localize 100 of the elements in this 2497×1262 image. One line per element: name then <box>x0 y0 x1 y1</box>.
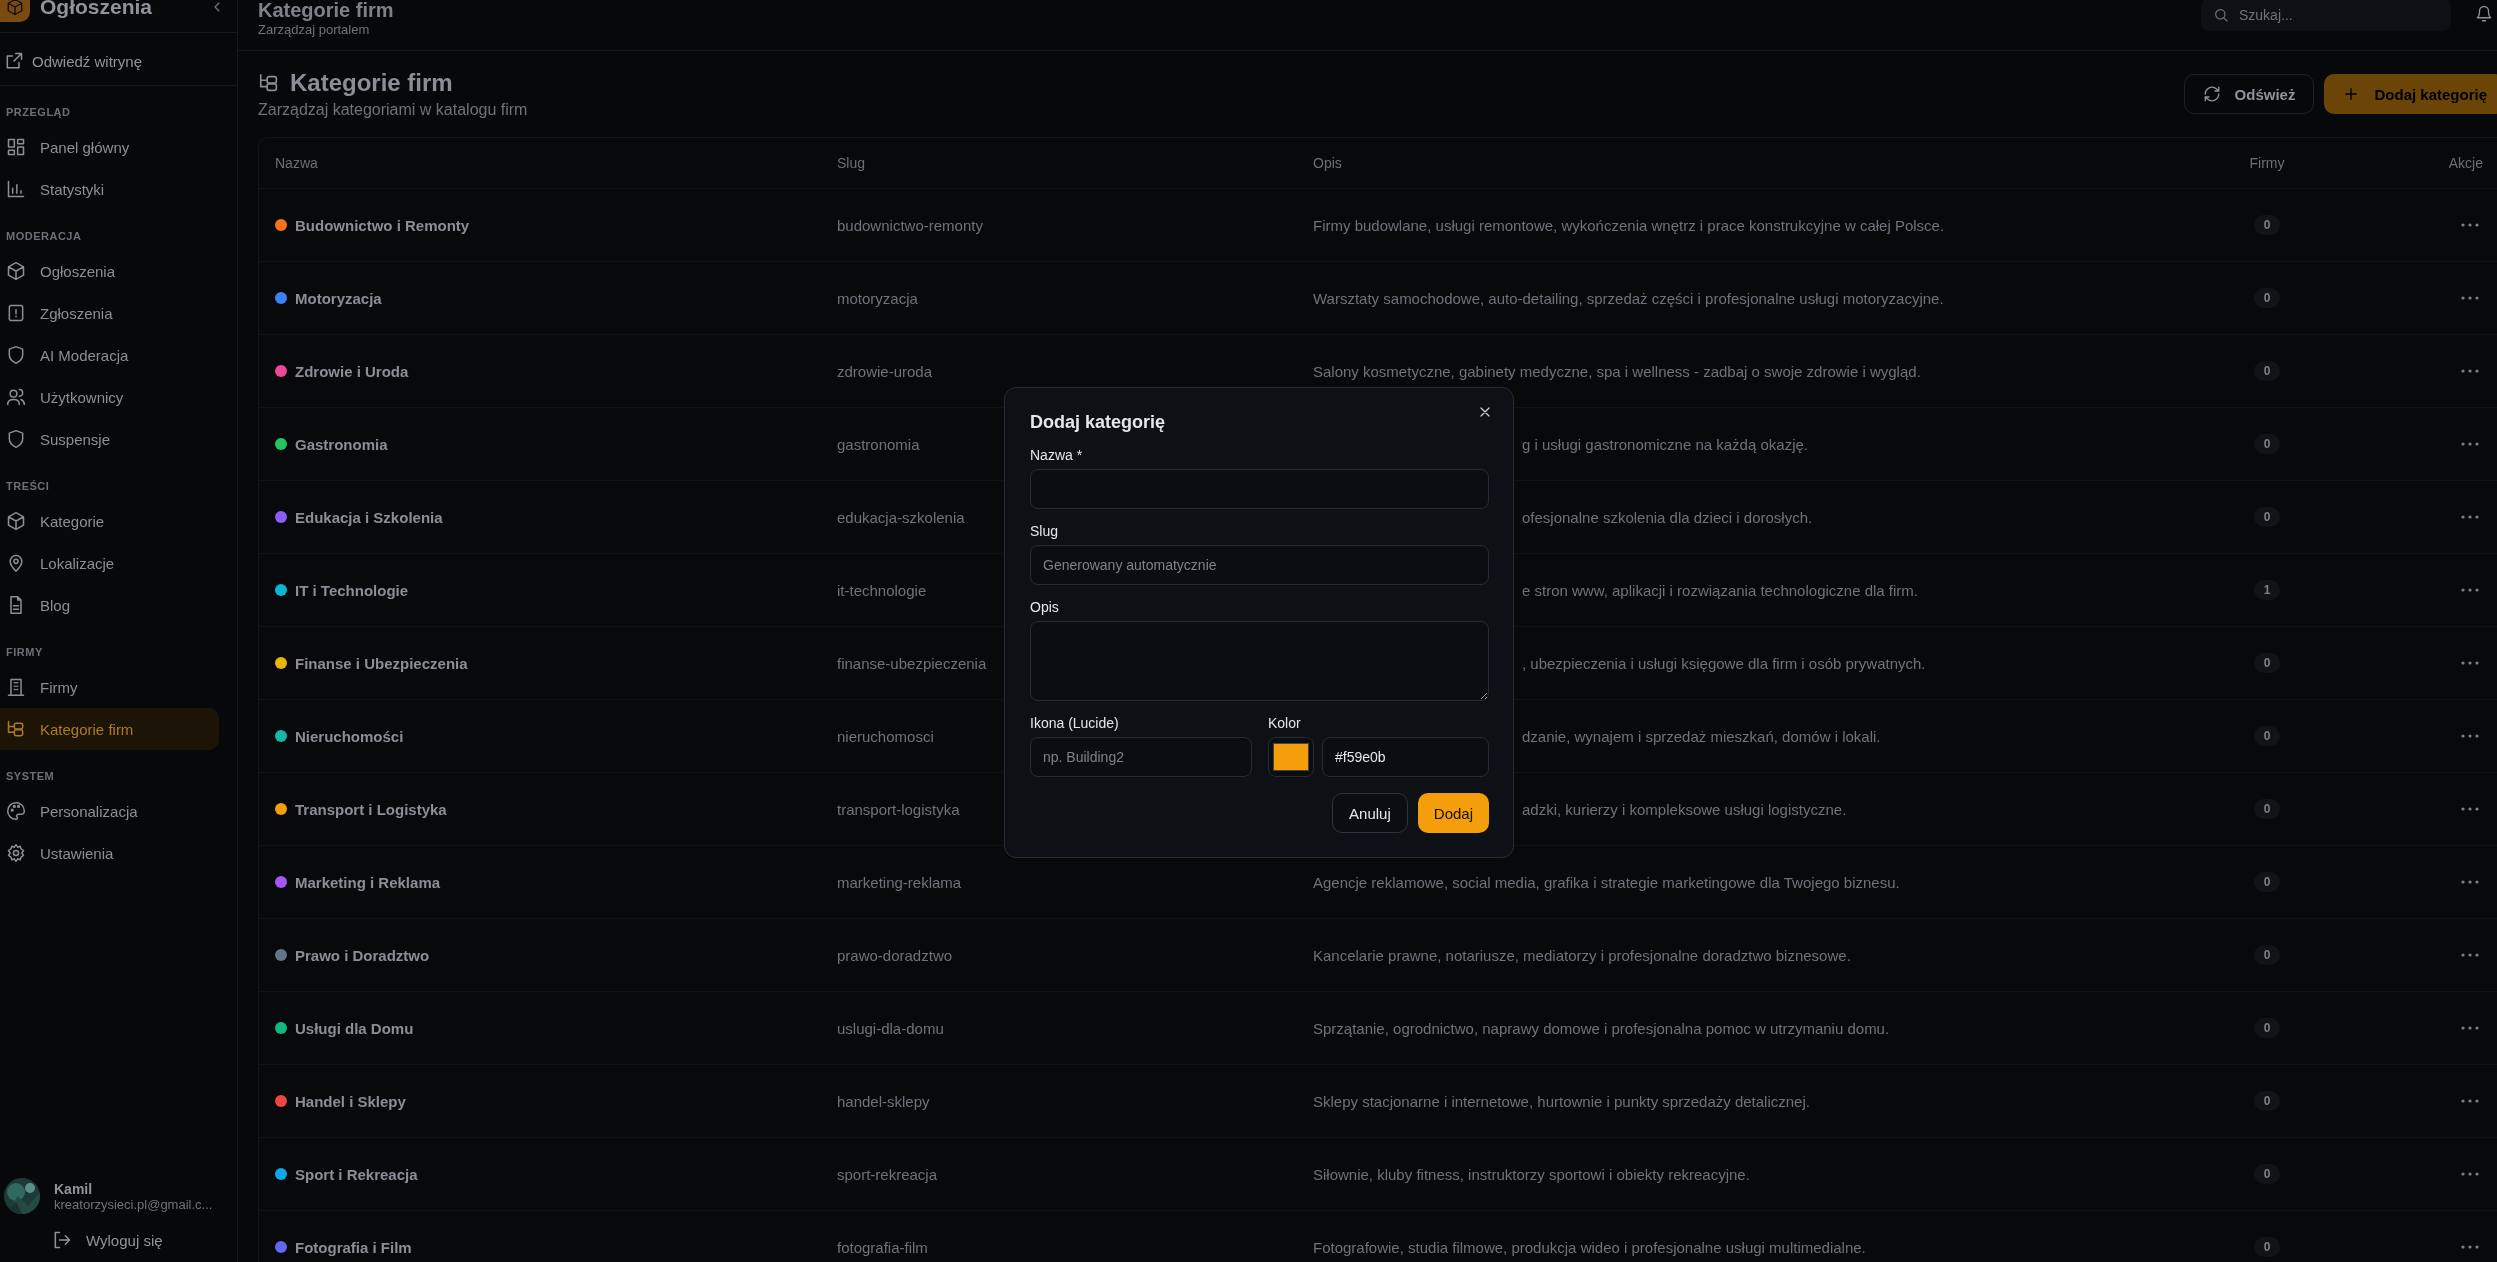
column-header: Akcje <box>2448 155 2483 171</box>
field-label: Kolor <box>1268 715 1302 731</box>
table-cell: it-technologie <box>837 581 927 599</box>
color-picker[interactable] <box>1268 737 1314 777</box>
shield-icon <box>6 429 26 449</box>
table-cell: nieruchomosci <box>837 727 934 745</box>
sidebar-item[interactable]: Ustawienia <box>0 832 219 874</box>
column-header: Opis <box>1313 155 1342 171</box>
more-icon <box>2461 222 2479 227</box>
section-heading: TREŚCI <box>5 479 51 494</box>
sidebar-item[interactable]: Lokalizacje <box>0 542 219 584</box>
count-badge: 0 <box>2254 1091 2280 1111</box>
table-cell: Agencje reklamowe, social media, grafika i strategie marketingowe dla Twojego biznesu. <box>1313 873 1900 891</box>
table-cell: Kancelarie prawne, notariusze, mediatorzy i profesjonalne doradztwo biznesowe. <box>1313 946 1851 964</box>
input-field[interactable]: #f59e0b <box>1322 737 1489 777</box>
add-button[interactable]: Dodaj <box>1417 793 1489 833</box>
more-icon <box>2461 1025 2479 1030</box>
sidebar-item[interactable]: Suspensje <box>0 418 219 460</box>
table-cell: edukacja-szkolenia <box>837 508 965 526</box>
category-name: Fotografia i Film <box>295 1238 412 1256</box>
more-icon <box>2461 806 2479 811</box>
table-cell: , ubezpieczenia i usługi księgowe dla firm i osób prywatnych. <box>1522 654 1926 672</box>
table-cell: ofesjonalne szkolenia dla dzieci i dorosłych. <box>1522 508 1813 526</box>
search-field[interactable]: Szukaj... <box>2201 0 2451 31</box>
sidebar-item[interactable]: Kategorie firm <box>0 708 219 750</box>
sidebar-item[interactable]: Panel główny <box>0 126 219 168</box>
table-cell: Sprzątanie, ogrodnictwo, naprawy domowe i profesjonalna pomoc w utrzymaniu domu. <box>1313 1019 1890 1037</box>
page-subtitle: Zarządzaj kategoriami w katalogu firm <box>258 101 529 119</box>
cube-icon <box>6 261 26 281</box>
category-name: Transport i Logistyka <box>295 800 447 818</box>
top-bar-subtitle: Zarządzaj portalem <box>258 22 370 37</box>
category-name: Gastronomia <box>295 435 388 453</box>
more-icon <box>2461 514 2479 519</box>
count-badge: 0 <box>2254 945 2280 965</box>
count-badge: 0 <box>2254 288 2280 308</box>
more-icon <box>2461 441 2479 446</box>
bar-chart-icon <box>6 179 26 199</box>
sidebar-item[interactable]: AI Moderacja <box>0 334 219 376</box>
logout-link[interactable]: Wyloguj się <box>0 1214 237 1250</box>
more-icon <box>2461 952 2479 957</box>
shield-icon <box>6 345 26 365</box>
sidebar-item[interactable]: Kategorie <box>0 500 219 542</box>
category-name: Sport i Rekreacja <box>295 1165 418 1183</box>
count-badge: 0 <box>2254 872 2280 892</box>
input-field[interactable]: np. Building2 <box>1030 737 1252 777</box>
table-cell: gastronomia <box>837 435 920 453</box>
table-cell: e stron www, aplikacji i rozwiązania technologiczne dla firm. <box>1522 581 1918 599</box>
table-cell: Warsztaty samochodowe, auto-detailing, sprzedaż części i profesjonalne usługi motoryzacyjne. <box>1313 289 1944 307</box>
count-badge: 0 <box>2254 653 2280 673</box>
table-cell: g i usługi gastronomiczne na każdą okazję. <box>1522 435 1808 453</box>
count-badge: 0 <box>2254 1164 2280 1184</box>
more-icon <box>2461 1171 2479 1176</box>
grid-icon <box>6 137 26 157</box>
field-label: Ikona (Lucide) <box>1030 715 1120 731</box>
sidebar-item[interactable]: Firmy <box>0 666 219 708</box>
table-cell: Sklepy stacjonarne i internetowe, hurtownie i punkty sprzedaży detalicznej. <box>1313 1092 1810 1110</box>
refresh-button[interactable]: Odśwież <box>2183 74 2315 114</box>
external-link-icon <box>4 51 24 71</box>
count-badge: 0 <box>2254 434 2280 454</box>
input-field[interactable] <box>1030 469 1489 509</box>
more-icon <box>2461 1244 2479 1249</box>
category-name: Usługi dla Domu <box>295 1019 414 1037</box>
section-heading: PRZEGLĄD <box>5 105 72 120</box>
table-cell: handel-sklepy <box>837 1092 930 1110</box>
bell-icon <box>2475 4 2493 23</box>
table-cell: Salony kosmetyczne, gabinety medyczne, spa i wellness - zadbaj o swoje zdrowie i wygląd. <box>1313 362 1921 380</box>
input-field[interactable]: Generowany automatycznie <box>1030 545 1489 585</box>
sidebar-item[interactable]: Ogłoszenia <box>0 250 219 292</box>
sidebar-item[interactable]: Blog <box>0 584 219 626</box>
sidebar-item[interactable]: Statystyki <box>0 168 219 210</box>
category-name: Prawo i Doradztwo <box>295 946 430 964</box>
more-icon <box>2461 879 2479 884</box>
page-title: Kategorie firm <box>290 69 453 97</box>
count-badge: 0 <box>2254 1237 2280 1257</box>
cancel-button[interactable]: Anuluj <box>1332 793 1408 833</box>
count-badge: 0 <box>2254 361 2280 381</box>
textarea-field[interactable] <box>1030 621 1489 701</box>
column-header: Firmy <box>2249 155 2285 171</box>
logout-icon <box>52 1230 72 1250</box>
map-pin-icon <box>6 553 26 573</box>
table-cell: motoryzacja <box>837 289 918 307</box>
field-label: Slug <box>1030 523 1060 539</box>
table-cell: adzki, kurierzy i kompleksowe usługi logistyczne. <box>1522 800 1847 818</box>
refresh-icon <box>2202 85 2221 103</box>
visit-site-link[interactable]: Odwiedź witrynę <box>0 33 237 86</box>
column-header: Nazwa <box>275 155 318 171</box>
sidebar-item[interactable]: Zgłoszenia <box>0 292 219 334</box>
sidebar-item[interactable]: Użytkownicy <box>0 376 219 418</box>
top-bar-title: Kategorie firm <box>258 0 394 22</box>
more-icon <box>2461 587 2479 592</box>
category-name: Zdrowie i Uroda <box>295 362 409 380</box>
table-cell: dzanie, wynajem i sprzedaż mieszkań, domów i lokali. <box>1522 727 1881 745</box>
category-name: Edukacja i Szkolenia <box>295 508 443 526</box>
cube-icon <box>6 511 26 531</box>
sidebar-item[interactable]: Personalizacja <box>0 790 219 832</box>
alert-icon <box>6 303 26 323</box>
table-cell: Fotografowie, studia filmowe, produkcja wideo i profesjonalne usługi multimedialne. <box>1313 1238 1866 1256</box>
count-badge: 0 <box>2254 507 2280 527</box>
more-icon <box>2461 1098 2479 1103</box>
more-icon <box>2461 733 2479 738</box>
